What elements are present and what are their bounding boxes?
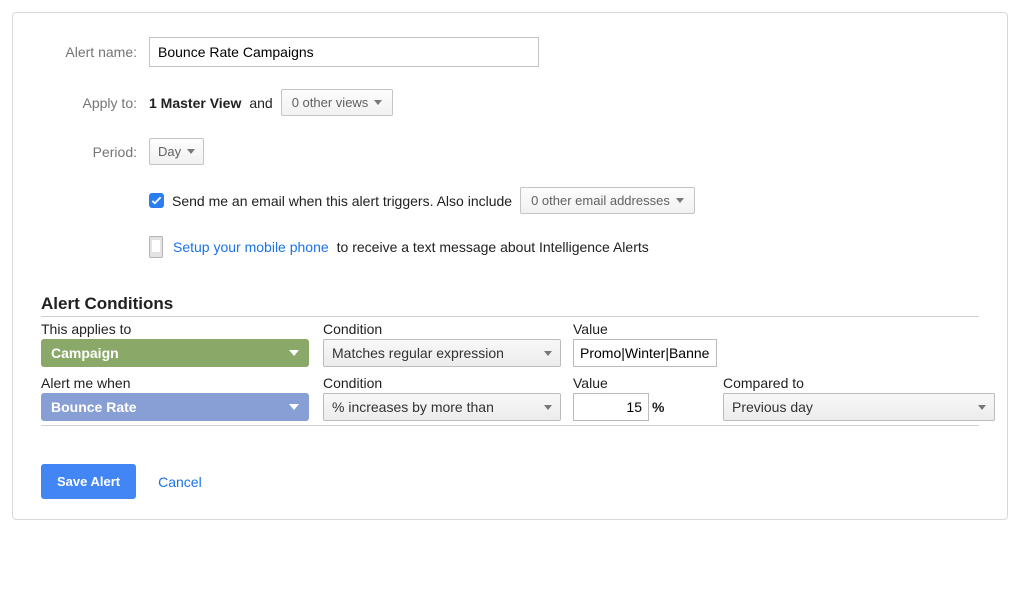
- other-emails-value: 0 other email addresses: [531, 193, 670, 208]
- caret-down-icon: [289, 404, 299, 410]
- value-label: Value: [573, 319, 723, 339]
- condition1-select[interactable]: Matches regular expression: [323, 339, 561, 367]
- conditions-row1-controls: Campaign Matches regular expression: [41, 339, 979, 371]
- alert-name-row: Alert name:: [41, 37, 979, 67]
- value2-input[interactable]: [573, 393, 649, 421]
- apply-to-label: Apply to:: [41, 95, 149, 111]
- mobile-row: Setup your mobile phone to receive a tex…: [41, 236, 979, 258]
- compared-to-value: Previous day: [732, 399, 813, 415]
- mobile-text-after: to receive a text message about Intellig…: [337, 239, 649, 255]
- apply-to-row: Apply to: 1 Master View and 0 other view…: [41, 89, 979, 116]
- phone-icon: [149, 236, 163, 258]
- alert-conditions-heading: Alert Conditions: [41, 294, 979, 314]
- value2-label: Value: [573, 373, 723, 393]
- period-value: Day: [158, 144, 181, 159]
- condition1-value: Matches regular expression: [332, 345, 504, 361]
- applies-to-value: Campaign: [51, 345, 119, 361]
- caret-down-icon: [374, 100, 382, 105]
- conditions-row2-labels: Alert me when Condition Value Compared t…: [41, 371, 979, 393]
- master-view-name: 1 Master View: [149, 95, 241, 111]
- email-text: Send me an email when this alert trigger…: [172, 193, 512, 209]
- alert-name-label: Alert name:: [41, 44, 149, 60]
- condition2-value: % increases by more than: [332, 399, 494, 415]
- period-dropdown[interactable]: Day: [149, 138, 204, 165]
- apply-to-and: and: [249, 95, 272, 111]
- conditions-row1-labels: This applies to Condition Value: [41, 317, 979, 339]
- value1-input[interactable]: [573, 339, 717, 367]
- caret-down-icon: [289, 350, 299, 356]
- condition2-label: Condition: [323, 373, 573, 393]
- percent-sign: %: [652, 399, 664, 415]
- conditions-row2-controls: Bounce Rate % increases by more than % P…: [41, 393, 979, 425]
- period-row: Period: Day: [41, 138, 979, 165]
- applies-to-label: This applies to: [41, 319, 323, 339]
- condition-label: Condition: [323, 319, 573, 339]
- setup-mobile-link[interactable]: Setup your mobile phone: [173, 239, 329, 255]
- caret-down-icon: [676, 198, 684, 203]
- applies-to-select[interactable]: Campaign: [41, 339, 309, 367]
- period-label: Period:: [41, 144, 149, 160]
- actions-row: Save Alert Cancel: [41, 464, 979, 499]
- other-views-value: 0 other views: [292, 95, 369, 110]
- alert-when-label: Alert me when: [41, 373, 323, 393]
- alert-when-select[interactable]: Bounce Rate: [41, 393, 309, 421]
- email-checkbox[interactable]: [149, 193, 164, 208]
- caret-down-icon: [978, 405, 986, 410]
- check-icon: [151, 195, 162, 206]
- alert-panel: Alert name: Apply to: 1 Master View and …: [12, 12, 1008, 520]
- caret-down-icon: [544, 351, 552, 356]
- conditions-grid: This applies to Condition Value Campaign…: [41, 316, 979, 426]
- caret-down-icon: [187, 149, 195, 154]
- email-row: Send me an email when this alert trigger…: [41, 187, 979, 214]
- alert-when-value: Bounce Rate: [51, 399, 137, 415]
- other-views-dropdown[interactable]: 0 other views: [281, 89, 394, 116]
- compared-label: Compared to: [723, 373, 1003, 393]
- condition2-select[interactable]: % increases by more than: [323, 393, 561, 421]
- cancel-link[interactable]: Cancel: [158, 474, 202, 490]
- caret-down-icon: [544, 405, 552, 410]
- alert-name-input[interactable]: [149, 37, 539, 67]
- other-emails-dropdown[interactable]: 0 other email addresses: [520, 187, 695, 214]
- compared-to-select[interactable]: Previous day: [723, 393, 995, 421]
- save-alert-button[interactable]: Save Alert: [41, 464, 136, 499]
